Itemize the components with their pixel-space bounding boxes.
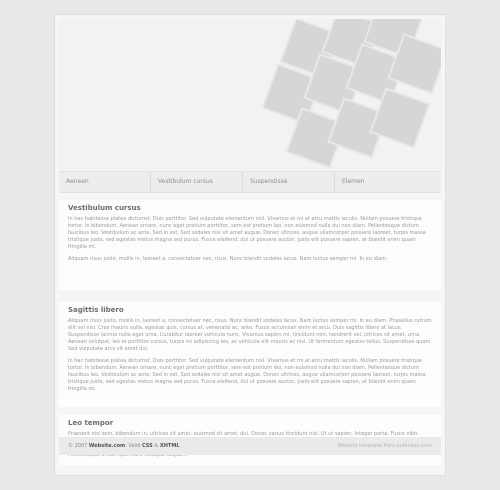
header-banner (59, 19, 441, 171)
content-section: Sagittis libero Aliquam risus justo, mol… (59, 302, 441, 407)
nav-item-aenean[interactable]: Aenean (59, 172, 151, 192)
main-content: Vestibulum cursus In hac habitasse plate… (55, 200, 445, 473)
footer: © 2007 Website.com. Valid CSS & XHTML We… (59, 437, 441, 455)
footer-copyright: © 2007 Website.com. Valid CSS & XHTML (68, 437, 180, 455)
section-title: Sagittis libero (68, 306, 124, 314)
template-credit-link[interactable]: Website template from outlinkan.com (338, 437, 432, 455)
section-title: Leo tempor (68, 419, 114, 427)
site-name: Website.com (88, 443, 126, 449)
section-paragraph: In hac habitasse platea dictumst. Duis p… (68, 216, 426, 250)
xhtml-validation-link[interactable]: XHTML (160, 443, 180, 449)
css-validation-link[interactable]: CSS (142, 443, 153, 449)
amp-text: & (154, 443, 159, 449)
nav-item-vestibulum-cursus[interactable]: Vestibulum cursus (151, 172, 243, 192)
nav-item-suspendisse[interactable]: Suspendisse (243, 172, 335, 192)
section-paragraph: Aliquam risus justo, mollis in, laoreet … (68, 256, 388, 262)
copyright-text: © 2007 (68, 443, 88, 449)
valid-text: . Valid (125, 443, 141, 449)
page-container: Aenean Vestibulum cursus Suspendisse Ele… (55, 15, 445, 475)
section-paragraph: Aliquam risus justo, mollis in, laoreet … (68, 318, 432, 352)
section-title: Vestibulum cursus (68, 204, 141, 212)
main-navigation: Aenean Vestibulum cursus Suspendisse Ele… (59, 171, 441, 193)
section-paragraph: In hac habitasse platea dictumst. Duis p… (68, 358, 426, 392)
content-section: Vestibulum cursus In hac habitasse plate… (59, 200, 441, 290)
decorative-diamond-graphic (261, 19, 441, 169)
nav-item-elemen[interactable]: Elemen (335, 172, 427, 192)
